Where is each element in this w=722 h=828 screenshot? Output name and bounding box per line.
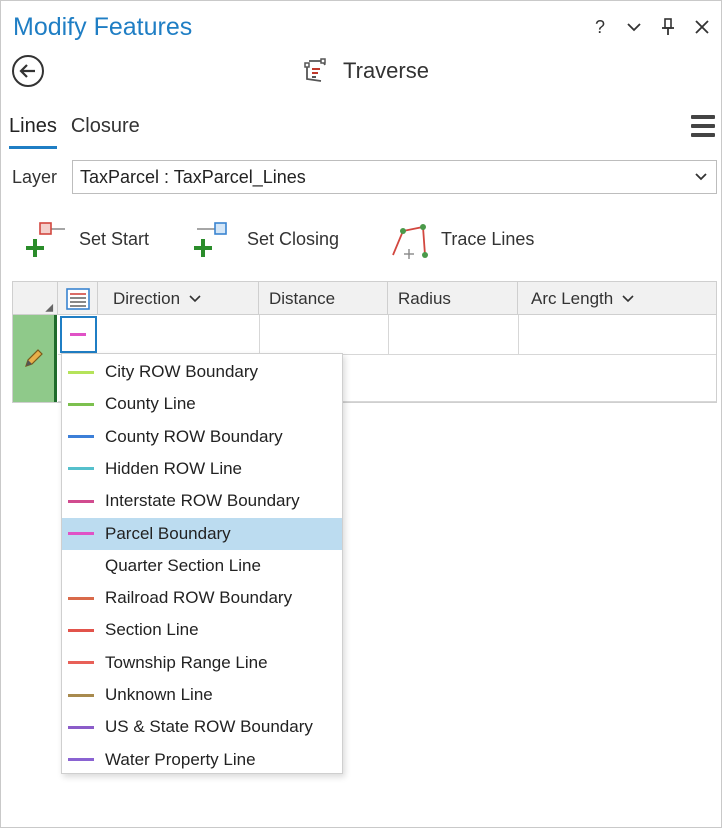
options-dropdown-button[interactable] [623,15,645,39]
line-swatch-icon [68,596,94,600]
line-type-option[interactable]: Water Property Line [62,744,342,776]
traverse-icon [304,58,326,82]
traverse-toolbar: Set Start Set Closing Trace Lines [1,213,722,269]
tab-lines[interactable]: Lines [9,115,57,149]
set-start-icon [26,222,65,257]
line-swatch-icon [68,499,94,503]
line-type-option-label: Township Range Line [105,652,268,672]
line-type-option-label: Quarter Section Line [105,555,261,575]
pane-title: Modify Features [13,13,193,41]
line-type-option-label: US & State ROW Boundary [105,717,313,737]
pin-button[interactable] [657,15,679,39]
chevron-down-icon [189,294,201,302]
trace-lines-icon [392,224,428,259]
line-swatch-icon [68,758,94,762]
line-type-option-label: Water Property Line [105,749,256,769]
close-icon [695,20,709,34]
line-swatch-icon [68,370,94,374]
line-type-option[interactable]: Township Range Line [62,647,342,679]
line-type-option-label: Parcel Boundary [105,523,231,543]
line-type-option-label: Hidden ROW Line [105,458,243,478]
layer-label: Layer [12,167,58,187]
radius-header-label: Radius [398,288,451,308]
line-type-option-label: Unknown Line [105,685,213,704]
line-type-option[interactable]: City ROW Boundary [62,356,342,388]
table-row[interactable] [58,315,716,355]
corner-triangle-icon [45,303,54,312]
layer-select[interactable]: TaxParcel : TaxParcel_Lines [72,160,717,194]
line-type-dropdown: City ROW Boundary County Line County ROW B… [61,353,343,774]
back-button[interactable] [12,55,44,87]
row-selector[interactable] [13,315,57,402]
line-swatch-icon [68,564,94,567]
chevron-down-icon [695,173,707,181]
line-type-option[interactable]: Section Line [62,614,342,646]
line-swatch-icon [68,435,94,439]
set-closing-button[interactable]: Set Closing [193,213,339,265]
line-type-option[interactable]: Hidden ROW Line [62,453,342,485]
help-button[interactable]: ? [589,15,611,39]
line-type-cell-editor[interactable] [60,316,97,353]
tool-header: Traverse [303,55,429,87]
line-swatch-icon [68,661,94,665]
trace-lines-label: Trace Lines [441,228,535,249]
chevron-down-icon [627,23,641,32]
direction-column-header[interactable]: Direction [98,282,259,315]
set-closing-icon [194,222,227,257]
menu-icon [691,115,715,119]
line-type-option[interactable]: Quarter Section Line [62,550,342,582]
line-type-option-label: County Line [105,394,196,414]
pencil-icon [25,349,43,367]
trace-lines-button[interactable]: Trace Lines [389,213,534,265]
help-icon: ? [594,16,605,37]
tab-closure[interactable]: Closure [71,115,140,149]
line-type-option[interactable]: US & State ROW Boundary [62,711,342,743]
line-type-option-label: Interstate ROW Boundary [105,491,300,511]
tab-strip: Lines Closure [9,115,140,149]
line-type-option[interactable]: Parcel Boundary [62,517,342,550]
line-type-option-label: Section Line [105,620,199,640]
line-type-option[interactable]: Unknown Line [62,679,342,711]
line-type-swatch [70,333,86,336]
layer-value: TaxParcel : TaxParcel_Lines [80,166,306,187]
chevron-down-icon [622,294,634,302]
line-type-option[interactable]: Railroad ROW Boundary [62,582,342,614]
line-type-option-label: Railroad ROW Boundary [105,588,293,608]
line-type-option-label: County ROW Boundary [105,426,283,446]
set-start-button[interactable]: Set Start [25,213,149,265]
grid-corner[interactable] [13,282,58,315]
direction-header-label: Direction [113,288,181,308]
line-type-option-label: City ROW Boundary [105,362,259,381]
line-swatch-icon [68,467,94,471]
line-swatch-icon [68,628,94,632]
pin-icon [662,18,674,35]
tool-title: Traverse [343,58,429,83]
close-button[interactable] [691,15,713,39]
distance-column-header[interactable]: Distance [259,282,388,315]
line-type-table-icon [66,287,90,310]
set-start-label: Set Start [79,228,150,249]
back-arrow-icon [19,64,35,78]
set-closing-label: Set Closing [247,228,340,249]
line-swatch-icon [68,402,94,406]
modify-features-pane: Modify Features ? Traverse Lines Closure [0,0,722,828]
line-type-option[interactable]: Interstate ROW Boundary [62,485,342,517]
radius-column-header[interactable]: Radius [388,282,518,315]
menu-button[interactable] [691,115,715,137]
line-type-header[interactable] [58,282,98,315]
arc-length-column-header[interactable]: Arc Length [518,282,716,315]
arc-length-header-label: Arc Length [531,288,614,308]
line-swatch-icon [68,693,94,697]
line-type-option[interactable]: County Line [62,388,342,420]
line-swatch-icon [68,725,94,729]
grid-header: Direction Distance Radius Arc Length [13,282,716,315]
line-swatch-icon [68,532,94,535]
window-controls: ? [589,15,713,39]
line-type-option[interactable]: County ROW Boundary [62,421,342,453]
distance-header-label: Distance [269,288,336,308]
